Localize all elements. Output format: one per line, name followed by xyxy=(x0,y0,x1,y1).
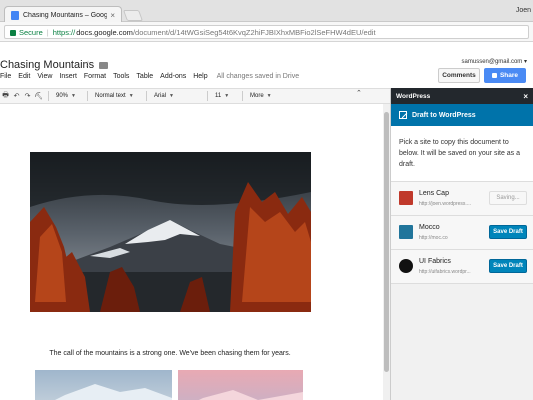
folder-icon[interactable] xyxy=(99,62,108,69)
url-field[interactable]: Secure | https:// docs.google.com /docum… xyxy=(4,25,529,39)
document-canvas: The call of the mountains is a strong on… xyxy=(0,104,390,400)
font-size-value: 11 xyxy=(215,93,222,99)
toolbar-divider xyxy=(146,91,147,101)
browser-tab-bar: Chasing Mountains – Google D × Joen xyxy=(0,0,533,23)
comments-label: Comments xyxy=(442,72,476,79)
pencil-icon xyxy=(399,111,407,119)
menu-file[interactable]: File xyxy=(0,73,11,80)
document-page[interactable]: The call of the mountains is a strong on… xyxy=(0,104,383,400)
docs-header: Chasing Mountains ☆ samussen@gmail.com ▾… xyxy=(0,42,533,88)
zoom-value: 90% xyxy=(56,93,69,99)
tab-close-icon[interactable]: × xyxy=(110,11,115,20)
wordpress-logo-icon xyxy=(399,225,413,239)
wordpress-intro-text: Pick a site to copy this document to bel… xyxy=(391,126,533,182)
address-bar-area: Secure | https:// docs.google.com /docum… xyxy=(0,22,533,42)
menu-help[interactable]: Help xyxy=(193,73,207,80)
comments-button[interactable]: Comments xyxy=(438,68,480,83)
site-item-mocco: Mocco http://moc.co Save Draft xyxy=(391,216,533,250)
caret-down-icon: ▼ xyxy=(266,93,272,99)
address-separator: | xyxy=(46,27,49,37)
menu-edit[interactable]: Edit xyxy=(18,73,30,80)
draft-tab-label: Draft to WordPress xyxy=(412,111,476,119)
site-name: UI Fabrics xyxy=(419,258,451,265)
caret-down-icon: ▼ xyxy=(128,93,134,99)
collapse-menu-icon[interactable]: ⌃ xyxy=(356,89,362,97)
share-lock-icon xyxy=(491,73,497,78)
sunset-photo-small-illustration xyxy=(198,390,303,400)
secure-label: Secure xyxy=(19,27,43,37)
mountain-photo-small-illustration xyxy=(55,384,172,400)
browser-profile-name[interactable]: Joen xyxy=(516,7,531,14)
save-draft-button[interactable]: Save Draft xyxy=(489,225,527,239)
menu-table[interactable]: Table xyxy=(136,73,153,80)
lock-icon xyxy=(10,30,16,36)
save-status[interactable]: All changes saved in Drive xyxy=(217,73,300,80)
wordpress-sidebar-header: WordPress × xyxy=(391,88,533,104)
site-url: http://uifabrics.wordpr... xyxy=(419,269,471,275)
url-scheme: https:// xyxy=(52,27,76,37)
paint-format-icon[interactable]: ⛏ xyxy=(33,92,44,100)
site-url: http://joen.wordpress.... xyxy=(419,201,471,207)
mountain-photo-small-right[interactable] xyxy=(178,370,303,400)
scrollbar-thumb[interactable] xyxy=(384,112,389,372)
wordpress-sidebar: WordPress × Draft to WordPress Pick a si… xyxy=(390,88,533,400)
more-menu[interactable]: More ▼ xyxy=(247,93,275,99)
url-domain: docs.google.com xyxy=(76,27,133,37)
draft-to-wordpress-tab[interactable]: Draft to WordPress xyxy=(391,104,533,126)
toolbar-divider xyxy=(87,91,88,101)
site-url: http://moc.co xyxy=(419,235,448,241)
wordpress-sidebar-title: WordPress xyxy=(396,92,431,100)
share-button[interactable]: Share xyxy=(484,68,526,83)
zoom-select[interactable]: 90% ▼ xyxy=(53,93,83,99)
style-select[interactable]: Normal text ▼ xyxy=(92,93,142,99)
save-draft-button[interactable]: Save Draft xyxy=(489,259,527,273)
menu-format[interactable]: Format xyxy=(84,73,106,80)
font-value: Arial xyxy=(154,93,167,99)
new-tab-button[interactable] xyxy=(122,10,144,21)
photo-caption: The call of the mountains is a strong on… xyxy=(49,350,291,357)
more-label: More xyxy=(250,93,264,99)
mountain-photo-illustration xyxy=(30,152,311,312)
menu-addons[interactable]: Add-ons xyxy=(160,73,186,80)
document-title[interactable]: Chasing Mountains xyxy=(0,59,94,71)
browser-tab[interactable]: Chasing Mountains – Google D × xyxy=(4,6,122,23)
toolbar-divider xyxy=(207,91,208,101)
site-icon-lens-cap xyxy=(399,191,413,205)
font-select[interactable]: Arial ▼ xyxy=(151,93,203,99)
caret-down-icon: ▼ xyxy=(71,93,76,99)
close-icon[interactable]: × xyxy=(523,92,528,101)
toolbar-divider xyxy=(242,91,243,101)
menu-bar: File Edit View Insert Format Tools Table… xyxy=(0,73,306,80)
redo-icon[interactable]: ↷ xyxy=(22,92,33,100)
google-docs-favicon-icon xyxy=(11,10,19,20)
tab-title: Chasing Mountains – Google D xyxy=(23,11,108,19)
caret-down-icon: ▼ xyxy=(169,93,174,99)
star-icon[interactable]: ☆ xyxy=(84,59,92,70)
mountain-photo[interactable] xyxy=(30,152,311,312)
saving-button[interactable]: Saving... xyxy=(489,191,527,205)
editing-toolbar: 🖶 ↶ ↷ ⛏ 90% ▼ Normal text ▼ Arial ▼ 11 ▼ Mor… xyxy=(0,88,390,104)
mountain-photo-small-left[interactable] xyxy=(35,370,172,400)
toolbar-divider xyxy=(48,91,49,101)
site-item-lens-cap: Lens Cap http://joen.wordpress.... Savin… xyxy=(391,182,533,216)
site-item-ui-fabrics: UI Fabrics http://uifabrics.wordpr... Sa… xyxy=(391,250,533,284)
account-email[interactable]: samussen@gmail.com ▾ xyxy=(462,58,527,65)
style-value: Normal text xyxy=(95,93,126,99)
site-name: Mocco xyxy=(419,224,440,231)
undo-icon[interactable]: ↶ xyxy=(11,92,22,100)
url-path: /document/d/14tWGsiSeg54t6KvqZ2hiFJBIXhx… xyxy=(132,27,376,37)
print-icon[interactable]: 🖶 xyxy=(0,91,11,102)
font-size-select[interactable]: 11 ▼ xyxy=(212,93,238,99)
site-icon-ui-fabrics xyxy=(399,259,413,273)
caret-down-icon: ▼ xyxy=(224,93,230,99)
share-label: Share xyxy=(499,72,519,79)
menu-view[interactable]: View xyxy=(37,73,52,80)
menu-insert[interactable]: Insert xyxy=(59,73,77,80)
menu-tools[interactable]: Tools xyxy=(113,73,129,80)
site-name: Lens Cap xyxy=(419,190,449,197)
